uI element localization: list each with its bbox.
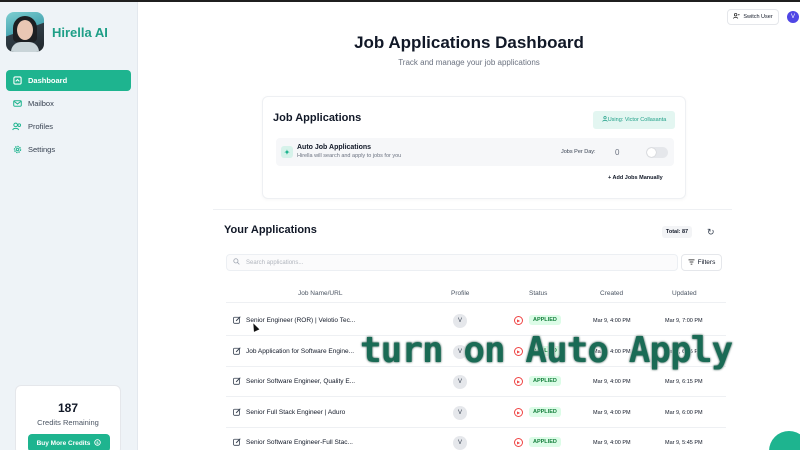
users-icon [12,122,22,132]
table-row[interactable]: Senior Software Engineer, Quality E... V ▶… [226,367,726,397]
using-profile-badge[interactable]: Using: Victor Collasanta [593,111,675,129]
play-icon[interactable]: ▶ [514,407,523,417]
column-header-created[interactable]: Created [600,290,623,297]
sparkle-icon: ✦ [281,146,293,158]
sidebar-item-dashboard[interactable]: Dashboard [6,70,131,91]
sidebar-item-settings[interactable]: Settings [6,139,131,160]
created-cell: Mar 9, 4:00 PM [593,409,631,416]
mail-icon [12,99,22,109]
play-icon[interactable]: ▶ [514,438,523,447]
chat-widget-button[interactable] [769,431,800,450]
edit-icon[interactable] [233,407,241,416]
brand: Hirella AI [6,12,108,52]
user-switch-icon [733,13,740,21]
dashboard-icon [12,76,22,86]
created-cell: Mar 9, 4:00 PM [593,440,631,446]
jobs-per-day-label: Jobs Per Day: [561,149,596,155]
svg-text:$: $ [97,439,100,444]
sidebar-item-label: Profiles [28,122,54,131]
profile-badge: V [453,314,467,328]
job-name-cell[interactable]: Senior Software Engineer, Quality E... [246,378,355,385]
brand-avatar [6,12,44,52]
sidebar-item-label: Settings [28,145,56,154]
sidebar-item-label: Mailbox [28,99,54,108]
section-divider [213,209,732,210]
table-row[interactable]: Senior Full Stack Engineer | Aduro V ▶ APPL… [226,398,726,428]
overlay-caption: turn on Auto Apply [359,329,734,372]
brand-name: Hirella AI [52,24,108,40]
buy-credits-button[interactable]: Buy More Credits $ [28,434,110,450]
page-title: Job Applications Dashboard [354,33,584,52]
profile-badge: V [453,405,467,420]
created-cell: Mar 9, 4:00 PM [593,318,631,324]
credits-card: 187 Credits Remaining Buy More Credits $ [15,385,121,450]
job-name-cell[interactable]: Senior Engineer (ROR) | Velotio Tec... [246,317,355,324]
job-applications-card: Job Applications Using: Victor Collasant… [262,96,686,199]
auto-apply-title: Auto Job Applications [297,144,372,151]
updated-cell: Mar 9, 6:00 PM [665,409,703,416]
total-badge: Total: 87 [662,226,692,238]
profile-badge: V [453,375,467,389]
user-avatar[interactable]: V [787,11,799,23]
status-badge: APPLIED [529,376,561,386]
table-row[interactable]: Senior Software Engineer-Full Stac... V ▶ A… [226,428,726,450]
toggle-knob [647,148,656,157]
search-placeholder: Search applications... [246,259,304,266]
buy-credits-label: Buy More Credits [36,439,91,447]
sidebar: Hirella AI Dashboard Mailbox Profiles Se… [0,2,138,450]
column-header-name[interactable]: Job Name/URL [298,290,342,297]
using-profile-label: Using: Victor Collasanta [607,117,667,123]
filter-icon [688,258,695,267]
job-name-cell[interactable]: Senior Software Engineer-Full Stac... [246,439,353,446]
job-applications-title: Job Applications [273,112,362,124]
filters-button[interactable]: Filters [681,254,722,271]
updated-cell: Mar 9, 7:00 PM [665,318,703,324]
table-header: Job Name/URL Profile Status Created Upda… [226,287,726,303]
edit-icon[interactable] [233,438,241,446]
search-icon [233,258,240,267]
sidebar-item-label: Dashboard [28,76,68,85]
page-subtitle: Track and manage your job applications [398,58,540,67]
auto-apply-row: ✦ Auto Job Applications Hirella will sea… [276,138,674,166]
updated-cell: Mar 9, 6:15 PM [665,379,703,385]
edit-icon[interactable] [233,377,241,385]
job-name-cell[interactable]: Senior Full Stack Engineer | Aduro [246,409,345,416]
edit-icon[interactable] [233,346,241,355]
sidebar-item-mailbox[interactable]: Mailbox [6,93,131,114]
sidebar-nav: Dashboard Mailbox Profiles Settings [6,70,131,162]
status-badge: APPLIED [529,315,561,325]
edit-icon[interactable] [233,316,241,324]
filters-label: Filters [697,259,716,266]
gear-icon [12,145,22,155]
updated-cell: Mar 9, 5:45 PM [665,440,703,446]
status-badge: APPLIED [529,437,561,447]
your-applications-title: Your Applications [224,224,317,236]
credits-label: Credits Remaining [37,418,99,427]
auto-apply-toggle[interactable] [646,147,668,158]
column-header-status[interactable]: Status [529,290,547,297]
jobs-per-day-input[interactable]: 0 [615,148,619,157]
created-cell: Mar 9, 4:00 PM [593,379,631,385]
sidebar-item-profiles[interactable]: Profiles [6,116,131,137]
search-input[interactable]: Search applications... [226,254,678,271]
switch-user-label: Switch User [743,14,773,20]
add-jobs-manually-button[interactable]: + Add Jobs Manually [608,175,663,181]
auto-apply-description: Hirella will search and apply to jobs fo… [297,153,402,159]
credits-count: 187 [57,401,79,415]
job-name-cell[interactable]: Job Application for Software Engine... [246,348,354,355]
refresh-icon[interactable]: ↻ [707,227,715,238]
play-icon[interactable]: ▶ [514,377,523,386]
column-header-profile[interactable]: Profile [451,290,469,297]
switch-user-button[interactable]: Switch User [727,9,779,25]
profile-badge: V [453,436,467,450]
coin-icon: $ [94,438,102,448]
status-badge: APPLIED [529,406,561,417]
play-icon[interactable]: ▶ [514,316,523,325]
column-header-updated[interactable]: Updated [672,290,697,297]
